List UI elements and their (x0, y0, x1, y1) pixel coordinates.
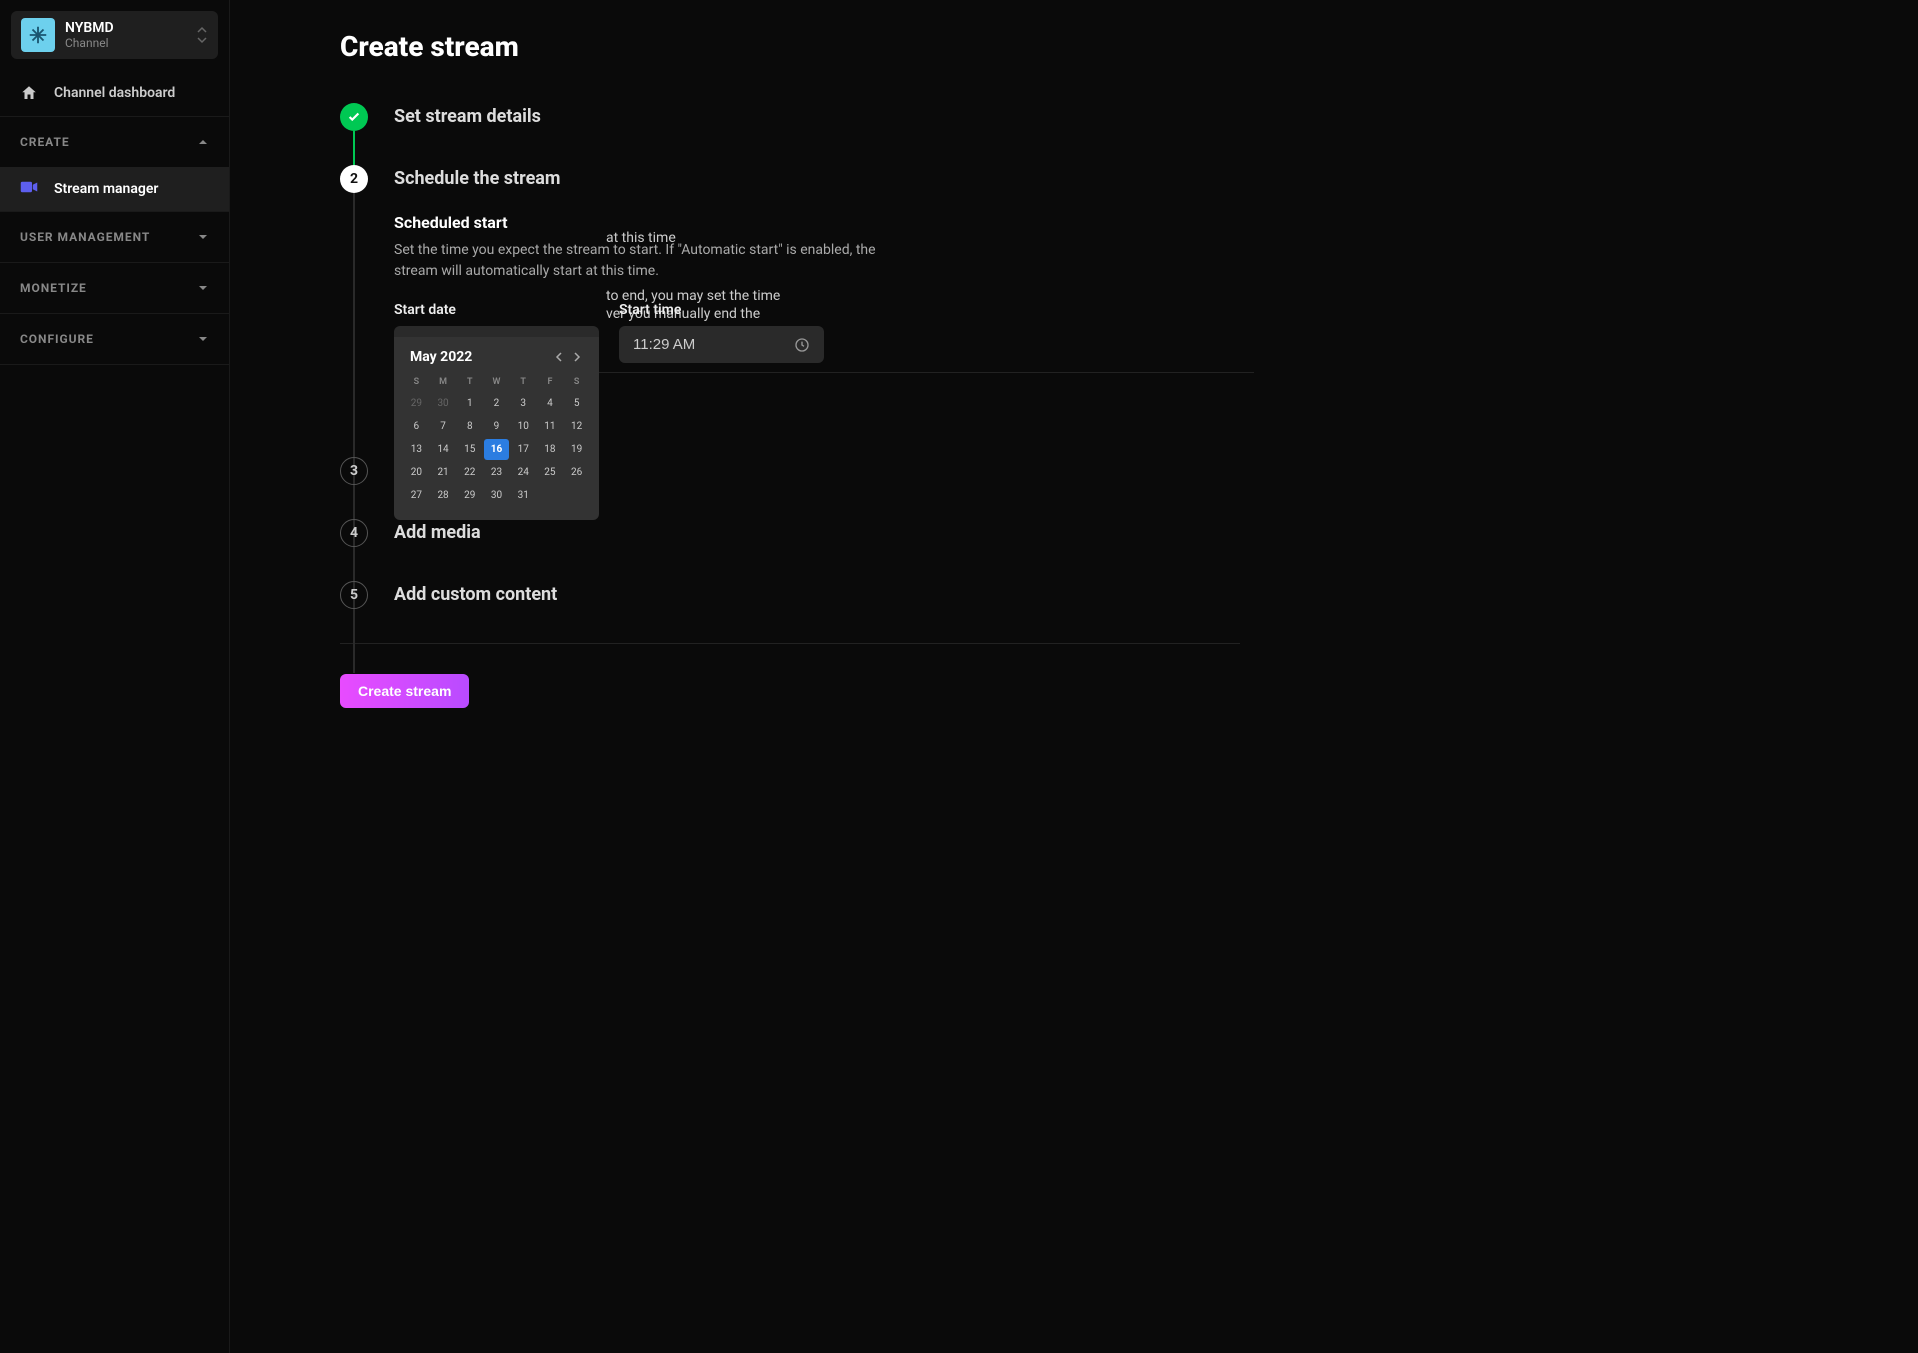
nav-section-monetize[interactable]: MONETIZE (0, 263, 229, 313)
channel-switch-icon (196, 26, 208, 44)
chevron-up-icon (197, 136, 209, 148)
calendar-day[interactable]: 9 (484, 416, 509, 437)
chevron-right-icon[interactable] (571, 351, 583, 363)
calendar-day[interactable]: 22 (457, 462, 482, 483)
step-1: Set stream details (340, 103, 1808, 131)
calendar-popover: May 2022 SMTWTFS293012345678910111213141… (394, 337, 599, 520)
calendar-day[interactable]: 21 (431, 462, 456, 483)
chevron-down-icon (197, 282, 209, 294)
channel-selector[interactable]: NYBMD Channel (11, 11, 218, 59)
divider (340, 643, 1240, 644)
nav-section-create[interactable]: CREATE (0, 117, 229, 167)
main-content: Create stream Set stream details 2 Sched… (230, 0, 1918, 1353)
calendar-day[interactable]: 19 (564, 439, 589, 460)
check-icon (347, 110, 361, 124)
step-2: 2 Schedule the stream (340, 165, 1808, 193)
calendar-month: May 2022 (410, 349, 472, 365)
calendar-day[interactable]: 13 (404, 439, 429, 460)
step-5-marker: 5 (340, 581, 368, 609)
calendar-dow: T (511, 373, 536, 391)
calendar-day[interactable]: 8 (457, 416, 482, 437)
calendar-day[interactable]: 25 (538, 462, 563, 483)
calendar-dow: F (538, 373, 563, 391)
calendar-day[interactable]: 30 (431, 393, 456, 414)
calendar-day[interactable]: 17 (511, 439, 536, 460)
calendar-day[interactable]: 23 (484, 462, 509, 483)
calendar-dow: T (457, 373, 482, 391)
step-2-title: Schedule the stream (394, 165, 561, 189)
calendar-dow: S (564, 373, 589, 391)
nav-label: Stream manager (54, 181, 158, 197)
step-2-body: Scheduled start Set the time you expect … (394, 193, 1808, 457)
nav-label: Channel dashboard (54, 85, 175, 101)
stepper: Set stream details 2 Schedule the stream… (340, 103, 1808, 609)
calendar-day[interactable]: 2 (484, 393, 509, 414)
step-5: 5 Add custom content (340, 581, 1808, 609)
sidebar: NYBMD Channel Channel dashboard CREATE S… (0, 0, 230, 1353)
calendar-day[interactable]: 29 (404, 393, 429, 414)
start-time-field[interactable] (633, 336, 784, 353)
clock-icon (794, 337, 810, 353)
start-date-label: Start date (394, 302, 599, 318)
calendar-dow: S (404, 373, 429, 391)
step-4-title: Add media (394, 519, 481, 543)
calendar-day[interactable]: 10 (511, 416, 536, 437)
calendar-day[interactable]: 26 (564, 462, 589, 483)
calendar-dow: W (484, 373, 509, 391)
page-title: Create stream (340, 30, 1808, 63)
calendar-dow: M (431, 373, 456, 391)
calendar-day[interactable]: 12 (564, 416, 589, 437)
calendar-day[interactable]: 16 (484, 439, 509, 460)
home-icon (20, 84, 38, 102)
nav-stream-manager[interactable]: Stream manager (0, 167, 229, 211)
create-stream-button[interactable]: Create stream (340, 674, 469, 708)
channel-type: Channel (65, 36, 114, 50)
calendar-day[interactable]: 4 (538, 393, 563, 414)
calendar-day[interactable]: 18 (538, 439, 563, 460)
calendar-day[interactable]: 14 (431, 439, 456, 460)
step-4: 4 Add media (340, 519, 1808, 547)
step-2-marker: 2 (340, 165, 368, 193)
step-5-title: Add custom content (394, 581, 557, 605)
chevron-down-icon (197, 333, 209, 345)
step-1-marker (340, 103, 368, 131)
nav-section-user-management[interactable]: USER MANAGEMENT (0, 212, 229, 262)
chevron-left-icon[interactable] (553, 351, 565, 363)
nav-channel-dashboard[interactable]: Channel dashboard (0, 70, 229, 116)
calendar-day[interactable]: 27 (404, 485, 429, 506)
nav-section-configure[interactable]: CONFIGURE (0, 314, 229, 364)
calendar-day[interactable]: 7 (431, 416, 456, 437)
calendar-day[interactable]: 29 (457, 485, 482, 506)
chevron-down-icon (197, 231, 209, 243)
channel-logo (21, 18, 55, 52)
calendar-day[interactable]: 31 (511, 485, 536, 506)
channel-name: NYBMD (65, 20, 114, 36)
step-4-marker: 4 (340, 519, 368, 547)
start-time-input[interactable] (619, 326, 824, 363)
step-1-title: Set stream details (394, 103, 541, 127)
calendar-day[interactable]: 6 (404, 416, 429, 437)
camera-icon (20, 180, 38, 198)
start-time-label: Start time (619, 302, 824, 318)
calendar-day[interactable]: 5 (564, 393, 589, 414)
calendar-day[interactable]: 15 (457, 439, 482, 460)
calendar-day[interactable]: 28 (431, 485, 456, 506)
calendar-day[interactable]: 20 (404, 462, 429, 483)
calendar-day[interactable]: 1 (457, 393, 482, 414)
step-3-marker: 3 (340, 457, 368, 485)
scheduled-start-desc: Set the time you expect the stream to st… (394, 240, 894, 282)
calendar-day[interactable]: 30 (484, 485, 509, 506)
calendar-day[interactable]: 24 (511, 462, 536, 483)
calendar-day[interactable]: 3 (511, 393, 536, 414)
calendar-day[interactable]: 11 (538, 416, 563, 437)
